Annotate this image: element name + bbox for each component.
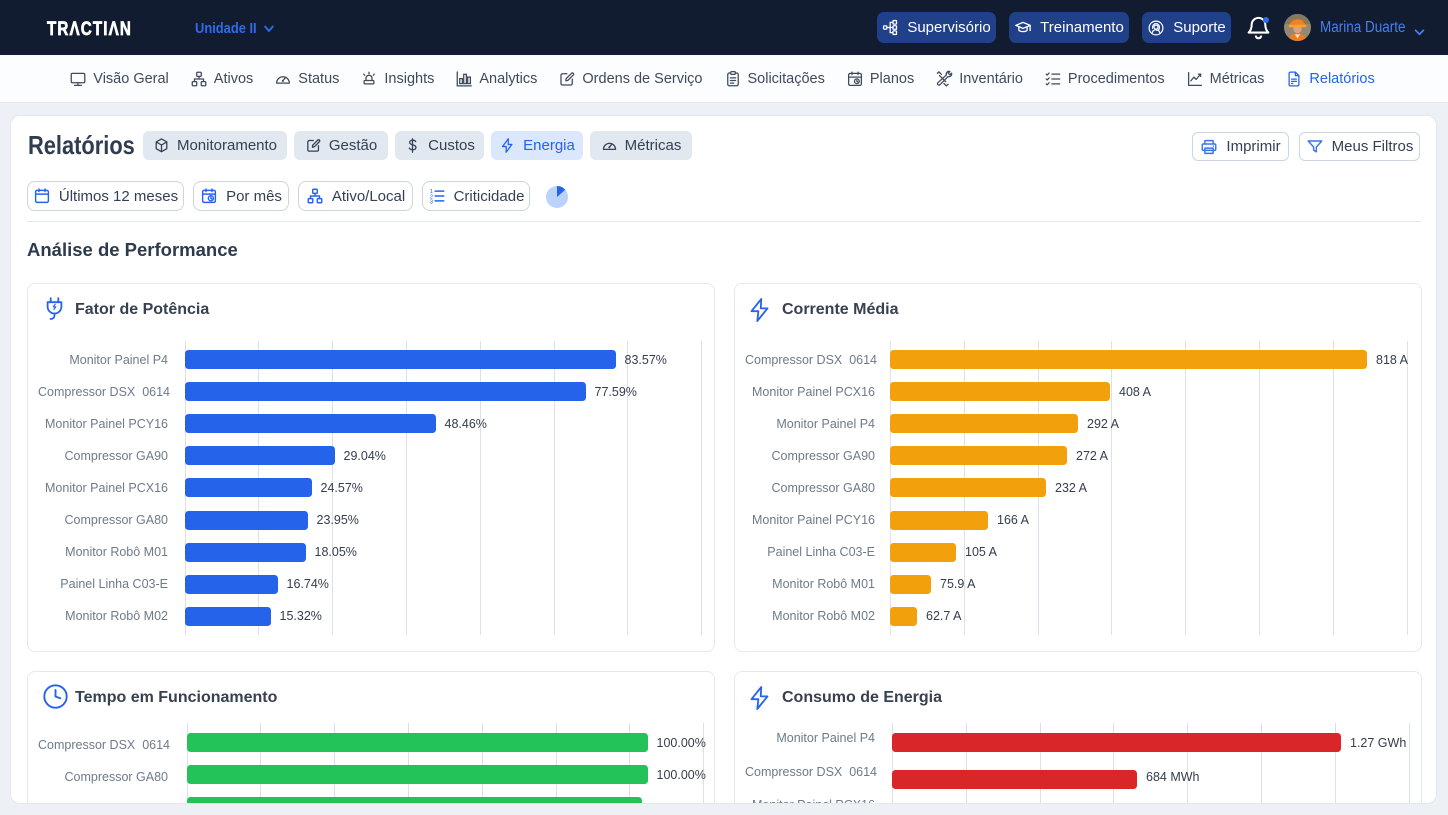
svg-text:3: 3	[429, 200, 432, 206]
